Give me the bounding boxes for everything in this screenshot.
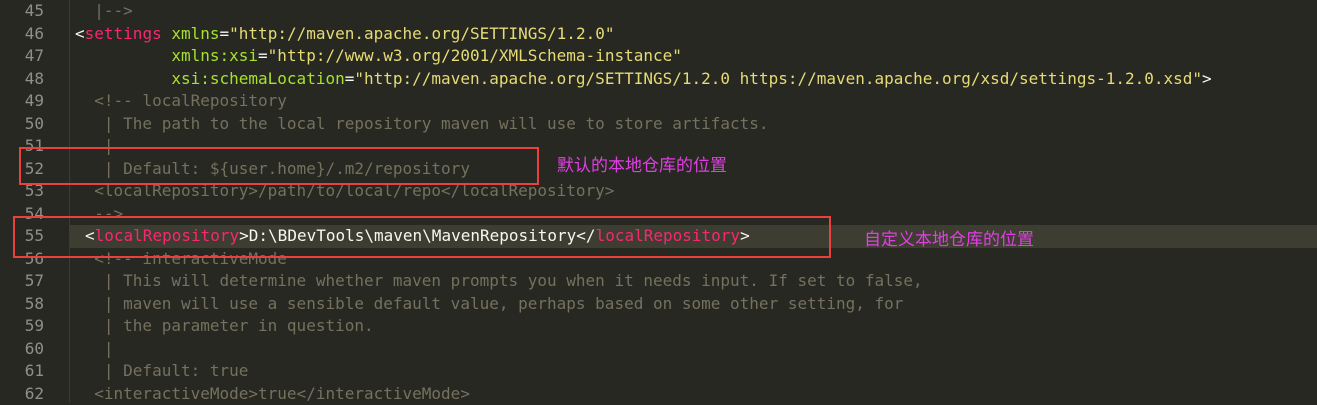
code-line-46: <settings xmlns="http://maven.apache.org… bbox=[75, 23, 614, 46]
equals-sign: = bbox=[220, 24, 230, 43]
xmlns-attr: xmlns bbox=[171, 24, 219, 43]
tag-bracket: > bbox=[1202, 69, 1212, 88]
settings-tag: settings bbox=[85, 24, 162, 43]
line-number: 60 bbox=[0, 338, 44, 361]
tag-bracket: < bbox=[75, 24, 85, 43]
line-number: 47 bbox=[0, 45, 44, 68]
code-line-48: xsi:schemaLocation="http://maven.apache.… bbox=[75, 68, 1212, 91]
custom-location-annotation: 自定义本地仓库的位置 bbox=[864, 225, 1034, 250]
xmlns-xsi-value: "http://www.w3.org/2001/XMLSchema-instan… bbox=[268, 46, 682, 65]
line-number: 50 bbox=[0, 113, 44, 136]
code-line-47: xmlns:xsi="http://www.w3.org/2001/XMLSch… bbox=[75, 45, 682, 68]
xmlns-xsi-attr: xmlns:xsi bbox=[171, 46, 258, 65]
line-number-gutter: 45 46 47 48 49 50 51 52 53 54 55 56 57 5… bbox=[0, 0, 70, 403]
schema-location-value: "http://maven.apache.org/SETTINGS/1.2.0 … bbox=[354, 69, 1202, 88]
code-line-61: | Default: true bbox=[75, 360, 248, 383]
line-number: 59 bbox=[0, 315, 44, 338]
code-line-58: | maven will use a sensible default valu… bbox=[75, 293, 903, 316]
schema-location-attr: xsi:schemaLocation bbox=[171, 69, 344, 88]
line-number: 49 bbox=[0, 90, 44, 113]
line-number: 58 bbox=[0, 293, 44, 316]
line-number: 57 bbox=[0, 270, 44, 293]
code-editor[interactable]: 45 46 47 48 49 50 51 52 53 54 55 56 57 5… bbox=[0, 0, 1317, 403]
code-line-62: <interactiveMode>true</interactiveMode> bbox=[75, 383, 470, 405]
line-number: 45 bbox=[0, 0, 44, 23]
code-line-45: |--> bbox=[75, 0, 133, 23]
default-location-box bbox=[19, 147, 539, 185]
default-location-annotation: 默认的本地仓库的位置 bbox=[557, 151, 727, 176]
line-number: 61 bbox=[0, 360, 44, 383]
code-line-60: | bbox=[75, 338, 114, 361]
code-line-59: | the parameter in question. bbox=[75, 315, 374, 338]
line-number: 48 bbox=[0, 68, 44, 91]
custom-location-box bbox=[13, 216, 831, 258]
equals-sign: = bbox=[258, 46, 268, 65]
gutter-divider bbox=[69, 0, 70, 403]
line-number: 46 bbox=[0, 23, 44, 46]
xmlns-value: "http://maven.apache.org/SETTINGS/1.2.0" bbox=[229, 24, 614, 43]
code-line-57: | This will determine whether maven prom… bbox=[75, 270, 923, 293]
equals-sign: = bbox=[345, 69, 355, 88]
line-number: 62 bbox=[0, 383, 44, 405]
code-line-49: <!-- localRepository bbox=[75, 90, 287, 113]
code-line-50: | The path to the local repository maven… bbox=[75, 113, 769, 136]
